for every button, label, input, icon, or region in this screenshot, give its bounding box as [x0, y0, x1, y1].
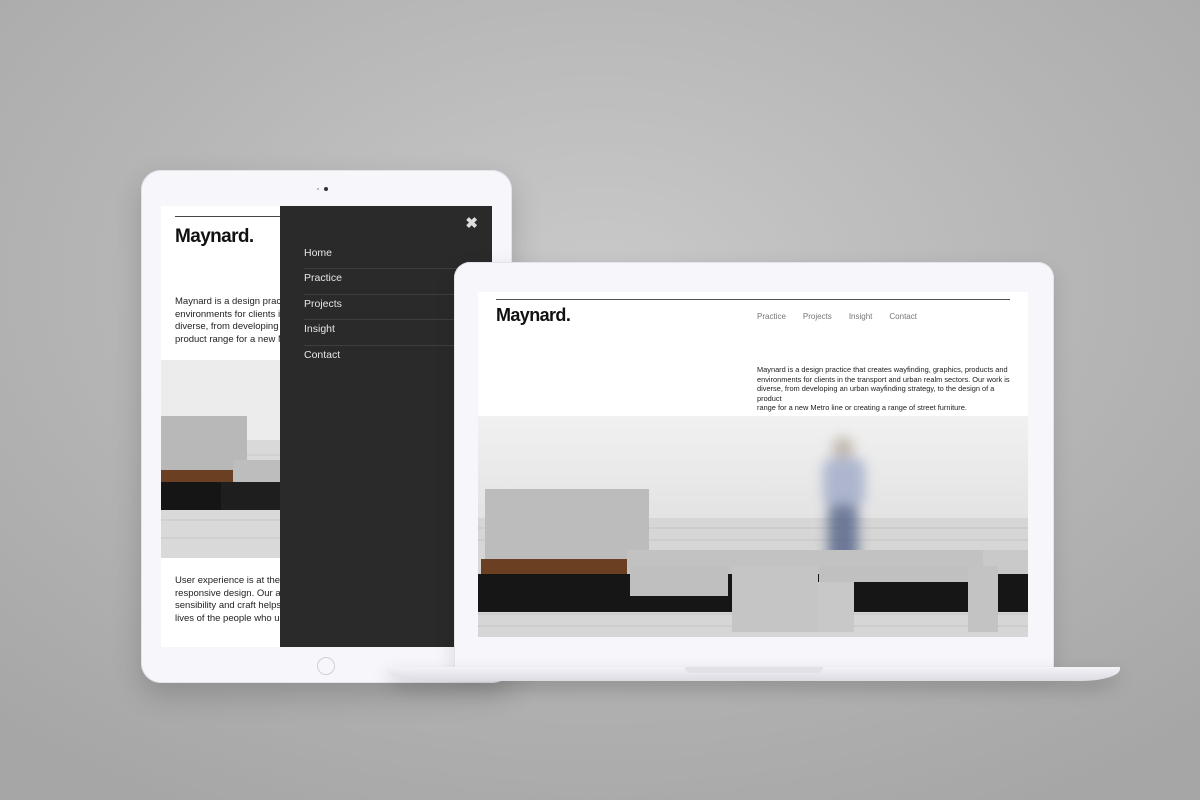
bench-illustration — [478, 416, 1028, 637]
header-rule — [496, 299, 1010, 300]
close-icon[interactable]: ✖ — [465, 216, 478, 231]
intro-line: Maynard is a design practice that create… — [757, 365, 1008, 374]
tablet-home-button[interactable] — [317, 657, 335, 675]
logo[interactable]: Maynard. — [496, 305, 571, 326]
nav-practice[interactable]: Practice — [757, 312, 786, 321]
intro-line: range for a new Metro line or creating a… — [757, 403, 967, 413]
intro-line: diverse, from developing an urban wayfin… — [757, 384, 995, 403]
tablet-screen: Maynard. Maynard is a design practic env… — [161, 206, 492, 647]
logo[interactable]: Maynard. — [175, 226, 254, 248]
top-nav: Practice Projects Insight Contact — [757, 312, 934, 321]
hero-photo — [478, 416, 1028, 637]
nav-insight[interactable]: Insight — [849, 312, 873, 321]
intro-line: environments for clients in the transpor… — [757, 374, 1010, 384]
nav-projects[interactable]: Projects — [803, 312, 832, 321]
tablet-sensor — [317, 188, 319, 190]
tablet-camera — [324, 187, 328, 191]
nav-contact[interactable]: Contact — [889, 312, 917, 321]
intro-text: Maynard is a design practice that create… — [757, 365, 1017, 413]
laptop-screen: Maynard. Practice Projects Insight Conta… — [478, 292, 1028, 637]
laptop-notch — [685, 667, 823, 673]
